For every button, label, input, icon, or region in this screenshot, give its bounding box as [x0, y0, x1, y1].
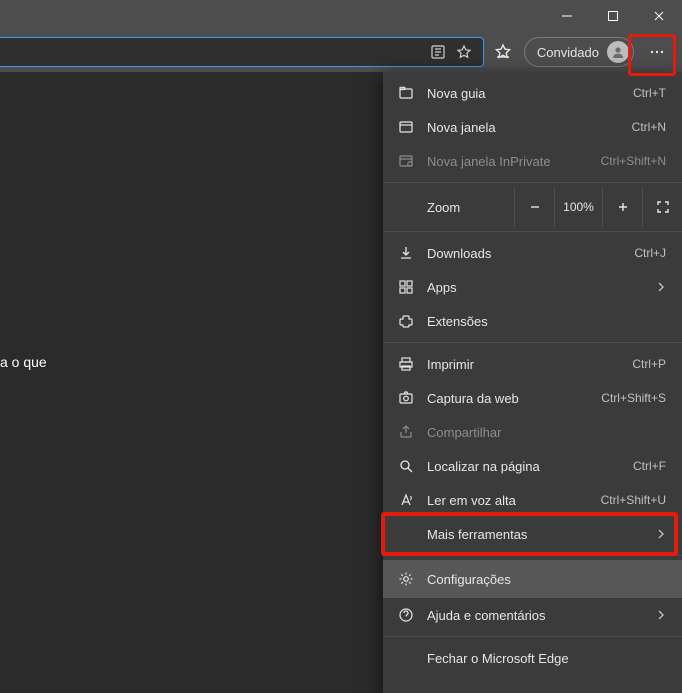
page-text-fragment: a o que	[0, 354, 47, 370]
window-close-button[interactable]	[636, 0, 682, 32]
menu-label: Nova janela	[427, 120, 620, 135]
read-aloud-icon	[397, 491, 415, 509]
menu-shortcut: Ctrl+Shift+N	[601, 154, 666, 168]
menu-label: Mais ferramentas	[427, 527, 644, 542]
find-icon	[397, 457, 415, 475]
menu-label: Localizar na página	[427, 459, 621, 474]
window-maximize-button[interactable]	[590, 0, 636, 32]
new-tab-icon	[397, 84, 415, 102]
menu-separator	[383, 342, 682, 343]
reading-list-icon[interactable]	[425, 39, 451, 65]
share-icon	[397, 423, 415, 441]
menu-shortcut: Ctrl+N	[632, 120, 666, 134]
menu-label: Compartilhar	[427, 425, 666, 440]
menu-separator	[383, 555, 682, 556]
chevron-right-icon	[656, 280, 666, 295]
profile-button[interactable]: Convidado	[524, 37, 634, 67]
menu-shortcut: Ctrl+J	[634, 246, 666, 260]
menu-shortcut: Ctrl+T	[633, 86, 666, 100]
menu-item-share: Compartilhar	[383, 415, 682, 449]
favorite-star-icon[interactable]	[451, 39, 477, 65]
help-icon	[397, 606, 415, 624]
menu-shortcut: Ctrl+F	[633, 459, 666, 473]
menu-item-new-inprivate: Nova janela InPrivate Ctrl+Shift+N	[383, 144, 682, 178]
menu-shortcut: Ctrl+Shift+S	[601, 391, 666, 405]
window-titlebar	[0, 0, 682, 32]
avatar-icon	[607, 41, 629, 63]
zoom-label: Zoom	[427, 200, 514, 215]
menu-item-read-aloud[interactable]: Ler em voz alta Ctrl+Shift+U	[383, 483, 682, 517]
menu-label: Imprimir	[427, 357, 620, 372]
menu-label: Captura da web	[427, 391, 589, 406]
menu-item-find[interactable]: Localizar na página Ctrl+F	[383, 449, 682, 483]
extensions-icon	[397, 312, 415, 330]
menu-label: Downloads	[427, 246, 622, 261]
menu-item-downloads[interactable]: Downloads Ctrl+J	[383, 236, 682, 270]
menu-item-help[interactable]: Ajuda e comentários	[383, 598, 682, 632]
menu-item-new-window[interactable]: Nova janela Ctrl+N	[383, 110, 682, 144]
chevron-right-icon	[656, 527, 666, 542]
menu-label: Extensões	[427, 314, 666, 329]
web-capture-icon	[397, 389, 415, 407]
menu-item-settings[interactable]: Configurações	[383, 560, 682, 598]
new-window-icon	[397, 118, 415, 136]
menu-separator	[383, 231, 682, 232]
menu-item-new-tab[interactable]: Nova guia Ctrl+T	[383, 76, 682, 110]
zoom-out-button[interactable]	[514, 187, 554, 227]
menu-item-more-tools[interactable]: Mais ferramentas	[383, 517, 682, 551]
profile-label: Convidado	[537, 45, 599, 60]
gear-icon	[397, 570, 415, 588]
menu-item-extensions[interactable]: Extensões	[383, 304, 682, 338]
menu-item-apps[interactable]: Apps	[383, 270, 682, 304]
menu-label: Nova janela InPrivate	[427, 154, 589, 169]
menu-item-print[interactable]: Imprimir Ctrl+P	[383, 347, 682, 381]
settings-and-more-menu: Nova guia Ctrl+T Nova janela Ctrl+N Nova…	[383, 72, 682, 693]
window-minimize-button[interactable]	[544, 0, 590, 32]
apps-icon	[397, 278, 415, 296]
menu-shortcut: Ctrl+P	[632, 357, 666, 371]
settings-and-more-button[interactable]	[638, 35, 676, 69]
browser-toolbar: Convidado	[0, 32, 682, 72]
menu-label: Ler em voz alta	[427, 493, 589, 508]
chevron-right-icon	[656, 608, 666, 623]
zoom-in-button[interactable]	[602, 187, 642, 227]
fullscreen-button[interactable]	[642, 187, 682, 227]
download-icon	[397, 244, 415, 262]
menu-label: Nova guia	[427, 86, 621, 101]
menu-item-web-capture[interactable]: Captura da web Ctrl+Shift+S	[383, 381, 682, 415]
zoom-value: 100%	[554, 187, 602, 227]
menu-item-close-edge[interactable]: Fechar o Microsoft Edge	[383, 641, 682, 675]
menu-label: Ajuda e comentários	[427, 608, 644, 623]
menu-label: Configurações	[427, 572, 666, 587]
menu-separator	[383, 636, 682, 637]
menu-label: Fechar o Microsoft Edge	[427, 651, 666, 666]
menu-item-zoom: Zoom 100%	[383, 187, 682, 227]
address-bar[interactable]	[0, 37, 484, 67]
menu-shortcut: Ctrl+Shift+U	[601, 493, 666, 507]
menu-label: Apps	[427, 280, 644, 295]
menu-separator	[383, 182, 682, 183]
print-icon	[397, 355, 415, 373]
favorites-bar-button[interactable]	[484, 33, 522, 71]
inprivate-icon	[397, 152, 415, 170]
